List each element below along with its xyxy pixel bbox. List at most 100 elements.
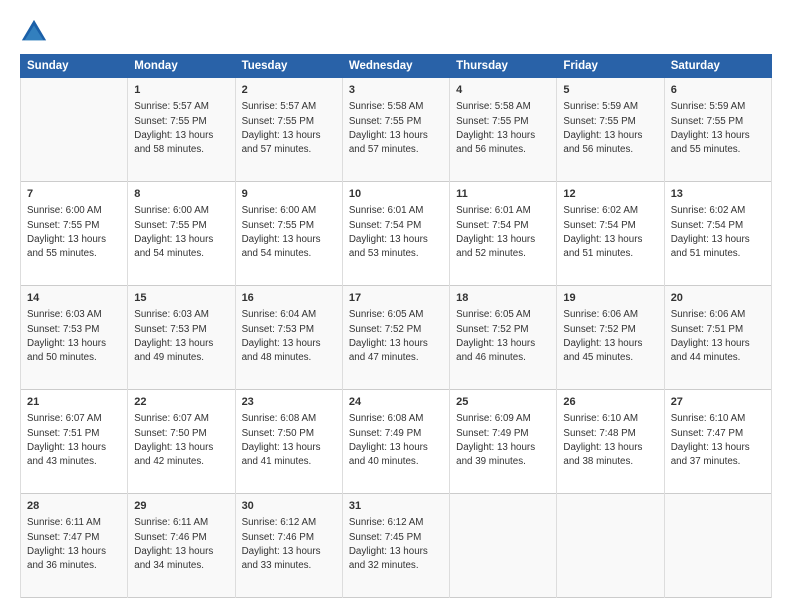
day-cell: 31Sunrise: 6:12 AM Sunset: 7:45 PM Dayli… (342, 494, 449, 598)
day-cell: 2 Sunrise: 5:57 AM Sunset: 7:55 PM Daylig… (235, 78, 342, 182)
day-info: Sunrise: 6:05 AM Sunset: 7:52 PM Dayligh… (456, 308, 550, 365)
day-info: Sunrise: 6:06 AM Sunset: 7:51 PM Dayligh… (671, 308, 765, 365)
day-info: Sunrise: 6:00 AM Sunset: 7:55 PM Dayligh… (134, 204, 228, 261)
day-cell: 4 Sunrise: 5:58 AM Sunset: 7:55 PM Daylig… (450, 78, 557, 182)
day-number: 4 (456, 83, 550, 98)
logo (20, 18, 52, 46)
day-number: 21 (27, 395, 121, 410)
day-cell: 28Sunrise: 6:11 AM Sunset: 7:47 PM Dayli… (21, 494, 128, 598)
week-row-5: 28Sunrise: 6:11 AM Sunset: 7:47 PM Dayli… (21, 494, 772, 598)
calendar-table: SundayMondayTuesdayWednesdayThursdayFrid… (20, 54, 772, 598)
day-number: 7 (27, 187, 121, 202)
day-number: 17 (349, 291, 443, 306)
day-number: 6 (671, 83, 765, 98)
day-cell (557, 494, 664, 598)
day-cell (21, 78, 128, 182)
day-number: 9 (242, 187, 336, 202)
day-number: 19 (563, 291, 657, 306)
day-cell: 5 Sunrise: 5:59 AM Sunset: 7:55 PM Daylig… (557, 78, 664, 182)
day-cell: 12 Sunrise: 6:02 AM Sunset: 7:54 PM Dayli… (557, 182, 664, 286)
day-cell: 26Sunrise: 6:10 AM Sunset: 7:48 PM Dayli… (557, 390, 664, 494)
day-info: Sunrise: 5:58 AM Sunset: 7:55 PM Dayligh… (456, 100, 550, 157)
day-cell: 14 Sunrise: 6:03 AM Sunset: 7:53 PM Dayli… (21, 286, 128, 390)
col-header-saturday: Saturday (664, 55, 771, 78)
day-number: 12 (563, 187, 657, 202)
day-cell (664, 494, 771, 598)
day-number: 5 (563, 83, 657, 98)
logo-icon (20, 18, 48, 46)
header (20, 18, 772, 46)
day-info: Sunrise: 5:59 AM Sunset: 7:55 PM Dayligh… (671, 100, 765, 157)
day-info: Sunrise: 6:01 AM Sunset: 7:54 PM Dayligh… (456, 204, 550, 261)
day-info: Sunrise: 6:06 AM Sunset: 7:52 PM Dayligh… (563, 308, 657, 365)
col-header-tuesday: Tuesday (235, 55, 342, 78)
day-number: 20 (671, 291, 765, 306)
day-number: 26 (563, 395, 657, 410)
day-number: 23 (242, 395, 336, 410)
day-info: Sunrise: 6:03 AM Sunset: 7:53 PM Dayligh… (134, 308, 228, 365)
day-number: 14 (27, 291, 121, 306)
day-number: 2 (242, 83, 336, 98)
col-header-friday: Friday (557, 55, 664, 78)
day-number: 30 (242, 499, 336, 514)
day-number: 8 (134, 187, 228, 202)
day-info: Sunrise: 5:57 AM Sunset: 7:55 PM Dayligh… (134, 100, 228, 157)
day-number: 10 (349, 187, 443, 202)
day-info: Sunrise: 5:58 AM Sunset: 7:55 PM Dayligh… (349, 100, 443, 157)
day-cell: 19 Sunrise: 6:06 AM Sunset: 7:52 PM Dayli… (557, 286, 664, 390)
day-cell: 30 Sunrise: 6:12 AM Sunset: 7:46 PM Dayli… (235, 494, 342, 598)
day-info: Sunrise: 6:07 AM Sunset: 7:51 PM Dayligh… (27, 412, 121, 469)
day-cell: 23 Sunrise: 6:08 AM Sunset: 7:50 PM Dayli… (235, 390, 342, 494)
day-info: Sunrise: 6:03 AM Sunset: 7:53 PM Dayligh… (27, 308, 121, 365)
day-number: 11 (456, 187, 550, 202)
day-number: 18 (456, 291, 550, 306)
calendar-body: 1Sunrise: 5:57 AM Sunset: 7:55 PM Daylig… (21, 78, 772, 598)
day-cell: 20 Sunrise: 6:06 AM Sunset: 7:51 PM Dayli… (664, 286, 771, 390)
day-number: 29 (134, 499, 228, 514)
day-number: 24 (349, 395, 443, 410)
day-info: Sunrise: 6:04 AM Sunset: 7:53 PM Dayligh… (242, 308, 336, 365)
week-row-2: 7 Sunrise: 6:00 AM Sunset: 7:55 PM Daylig… (21, 182, 772, 286)
day-cell: 22Sunrise: 6:07 AM Sunset: 7:50 PM Dayli… (128, 390, 235, 494)
day-info: Sunrise: 6:00 AM Sunset: 7:55 PM Dayligh… (242, 204, 336, 261)
day-info: Sunrise: 6:11 AM Sunset: 7:47 PM Dayligh… (27, 516, 121, 573)
day-info: Sunrise: 6:10 AM Sunset: 7:47 PM Dayligh… (671, 412, 765, 469)
day-cell: 1Sunrise: 5:57 AM Sunset: 7:55 PM Daylig… (128, 78, 235, 182)
day-cell: 16 Sunrise: 6:04 AM Sunset: 7:53 PM Dayli… (235, 286, 342, 390)
page: SundayMondayTuesdayWednesdayThursdayFrid… (0, 0, 792, 612)
day-info: Sunrise: 6:12 AM Sunset: 7:46 PM Dayligh… (242, 516, 336, 573)
day-cell: 27Sunrise: 6:10 AM Sunset: 7:47 PM Dayli… (664, 390, 771, 494)
day-info: Sunrise: 5:57 AM Sunset: 7:55 PM Dayligh… (242, 100, 336, 157)
day-cell: 3 Sunrise: 5:58 AM Sunset: 7:55 PM Daylig… (342, 78, 449, 182)
day-cell: 15 Sunrise: 6:03 AM Sunset: 7:53 PM Dayli… (128, 286, 235, 390)
day-number: 16 (242, 291, 336, 306)
day-cell: 21 Sunrise: 6:07 AM Sunset: 7:51 PM Dayli… (21, 390, 128, 494)
day-info: Sunrise: 6:08 AM Sunset: 7:49 PM Dayligh… (349, 412, 443, 469)
day-info: Sunrise: 6:12 AM Sunset: 7:45 PM Dayligh… (349, 516, 443, 573)
day-cell: 8 Sunrise: 6:00 AM Sunset: 7:55 PM Daylig… (128, 182, 235, 286)
day-cell (450, 494, 557, 598)
day-cell: 29Sunrise: 6:11 AM Sunset: 7:46 PM Dayli… (128, 494, 235, 598)
day-number: 15 (134, 291, 228, 306)
day-cell: 13Sunrise: 6:02 AM Sunset: 7:54 PM Dayli… (664, 182, 771, 286)
col-header-monday: Monday (128, 55, 235, 78)
calendar-header: SundayMondayTuesdayWednesdayThursdayFrid… (21, 55, 772, 78)
day-cell: 10 Sunrise: 6:01 AM Sunset: 7:54 PM Dayli… (342, 182, 449, 286)
day-cell: 6 Sunrise: 5:59 AM Sunset: 7:55 PM Daylig… (664, 78, 771, 182)
day-info: Sunrise: 6:01 AM Sunset: 7:54 PM Dayligh… (349, 204, 443, 261)
day-info: Sunrise: 6:08 AM Sunset: 7:50 PM Dayligh… (242, 412, 336, 469)
day-info: Sunrise: 6:02 AM Sunset: 7:54 PM Dayligh… (563, 204, 657, 261)
day-cell: 9 Sunrise: 6:00 AM Sunset: 7:55 PM Daylig… (235, 182, 342, 286)
day-cell: 18 Sunrise: 6:05 AM Sunset: 7:52 PM Dayli… (450, 286, 557, 390)
day-number: 22 (134, 395, 228, 410)
day-cell: 25 Sunrise: 6:09 AM Sunset: 7:49 PM Dayli… (450, 390, 557, 494)
day-info: Sunrise: 6:09 AM Sunset: 7:49 PM Dayligh… (456, 412, 550, 469)
day-number: 3 (349, 83, 443, 98)
day-number: 25 (456, 395, 550, 410)
col-header-sunday: Sunday (21, 55, 128, 78)
day-number: 13 (671, 187, 765, 202)
week-row-3: 14 Sunrise: 6:03 AM Sunset: 7:53 PM Dayli… (21, 286, 772, 390)
day-info: Sunrise: 6:05 AM Sunset: 7:52 PM Dayligh… (349, 308, 443, 365)
day-info: Sunrise: 5:59 AM Sunset: 7:55 PM Dayligh… (563, 100, 657, 157)
day-cell: 24 Sunrise: 6:08 AM Sunset: 7:49 PM Dayli… (342, 390, 449, 494)
